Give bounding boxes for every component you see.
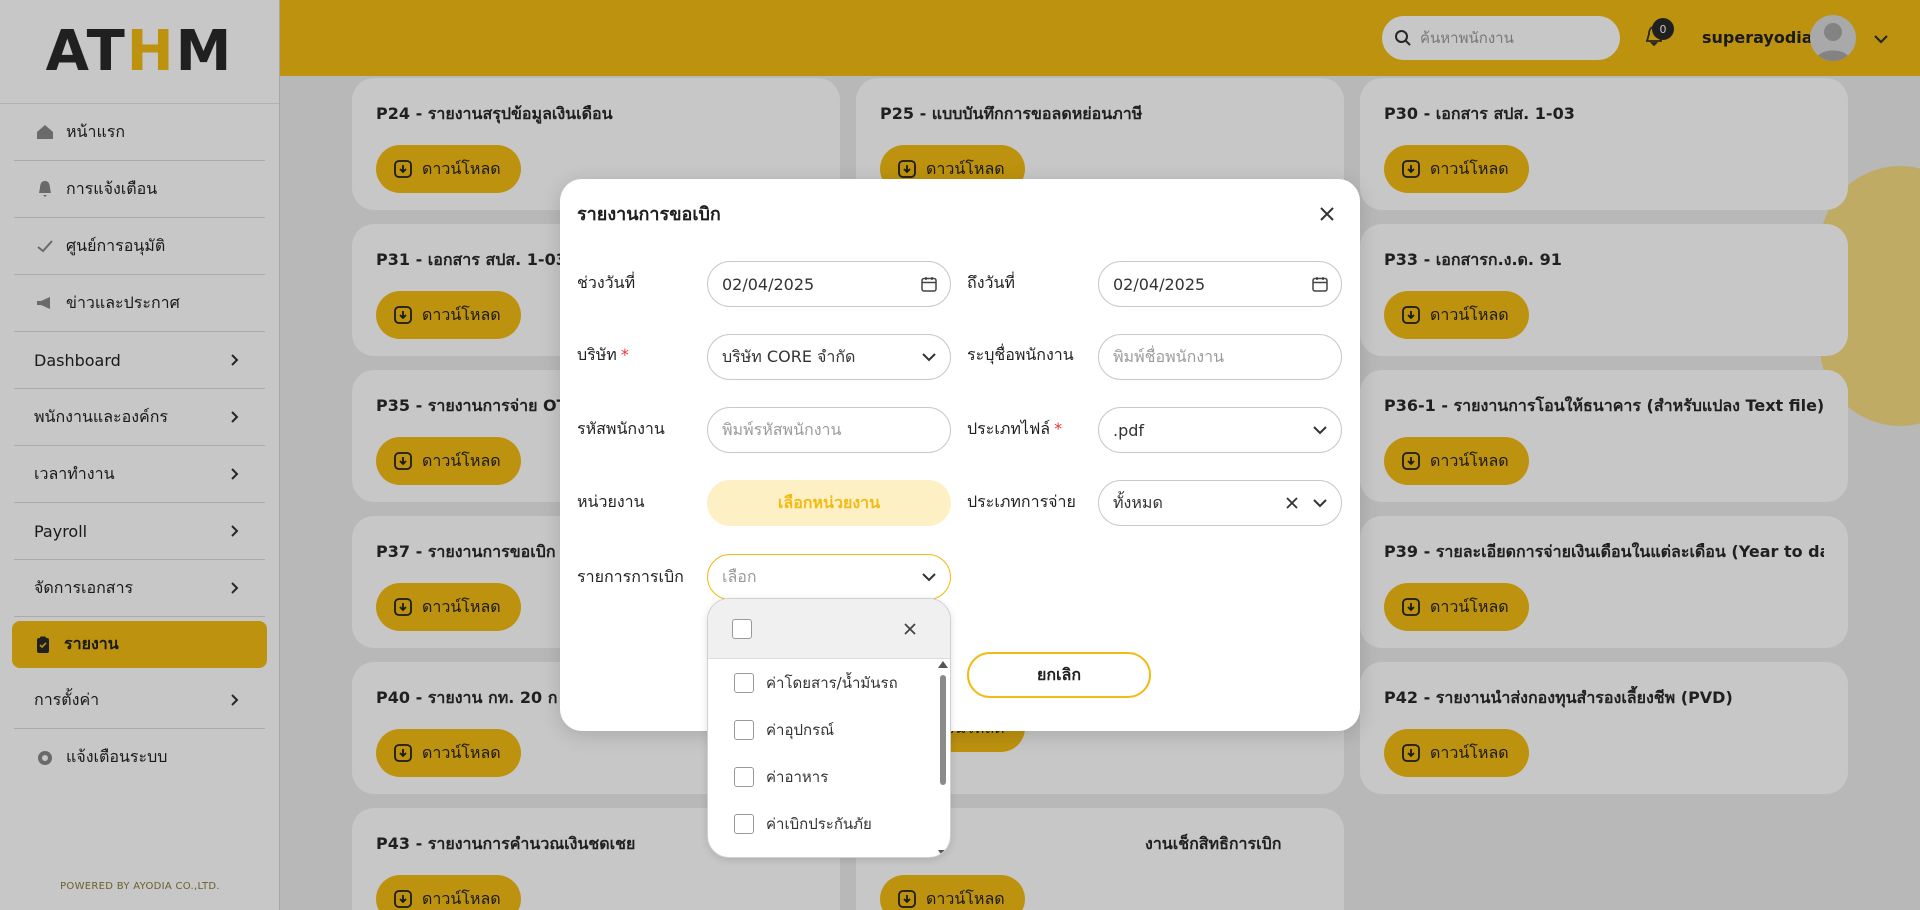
dropdown-options: ค่าโดยสาร/น้ำมันรถ ค่าอุปกรณ์ ค่าอาหาร ค… (708, 659, 942, 847)
modal-title: รายงานการขอเบิก (577, 204, 721, 225)
cancel-button[interactable]: ยกเลิก (967, 652, 1151, 698)
option-checkbox[interactable] (734, 719, 754, 740)
dropdown-option[interactable]: ค่าเบิกประกันภัย (708, 800, 942, 847)
date-to-label: ถึงวันที่ (967, 273, 1015, 292)
select-all-checkbox[interactable] (732, 619, 752, 639)
date-to-field[interactable]: 02/04/2025 (1098, 261, 1342, 307)
dropdown-option[interactable]: ค่าอุปกรณ์ (708, 706, 942, 753)
dropdown-option[interactable]: ค่าอาหาร (708, 753, 942, 800)
date-from-label: ช่วงวันที่ (577, 273, 636, 292)
claim-item-select[interactable]: เลือก (707, 554, 951, 600)
claim-item-label: รายการการเบิก (577, 567, 684, 586)
date-from-field[interactable]: 02/04/2025 (707, 261, 951, 307)
dropdown-scrollbar[interactable] (937, 661, 948, 857)
calendar-icon[interactable] (1311, 275, 1329, 293)
file-type-label: ประเภทไฟล์ * (967, 419, 1063, 438)
company-label: บริษัท * (577, 345, 629, 364)
payment-type-select[interactable]: ทั้งหมด (1098, 480, 1342, 526)
chevron-down-icon (922, 353, 936, 362)
select-unit-button[interactable]: เลือกหน่วยงาน (707, 480, 951, 526)
close-icon[interactable] (1316, 203, 1338, 225)
claim-item-dropdown: ค่าโดยสาร/น้ำมันรถ ค่าอุปกรณ์ ค่าอาหาร ค… (707, 598, 951, 858)
chevron-down-icon (1313, 426, 1327, 435)
dropdown-option[interactable]: ค่าโดยสาร/น้ำมันรถ (708, 659, 942, 706)
chevron-down-icon (1313, 499, 1327, 508)
clear-icon[interactable] (1283, 494, 1301, 512)
claim-report-modal: รายงานการขอเบิก ช่วงวันที่ 02/04/2025 ถึ… (560, 179, 1360, 731)
option-checkbox[interactable] (734, 813, 754, 834)
scroll-up-arrow-icon[interactable] (938, 661, 948, 668)
payment-type-label: ประเภทการจ่าย (967, 492, 1076, 511)
employee-name-field[interactable]: พิมพ์ชื่อพนักงาน (1098, 334, 1342, 380)
scroll-thumb[interactable] (940, 675, 946, 785)
option-checkbox[interactable] (734, 766, 754, 787)
employee-code-field[interactable]: พิมพ์รหัสพนักงาน (707, 407, 951, 453)
company-select[interactable]: บริษัท CORE จำกัด (707, 334, 951, 380)
scroll-down-arrow-icon[interactable] (938, 850, 948, 857)
chevron-down-icon (922, 573, 936, 582)
dropdown-header (708, 599, 950, 659)
employee-name-label: ระบุชื่อพนักงาน (967, 345, 1074, 364)
file-type-select[interactable]: .pdf (1098, 407, 1342, 453)
close-icon[interactable] (900, 619, 920, 639)
employee-code-label: รหัสพนักงาน (577, 419, 665, 438)
calendar-icon[interactable] (920, 275, 938, 293)
option-checkbox[interactable] (734, 672, 754, 693)
unit-label: หน่วยงาน (577, 492, 645, 511)
